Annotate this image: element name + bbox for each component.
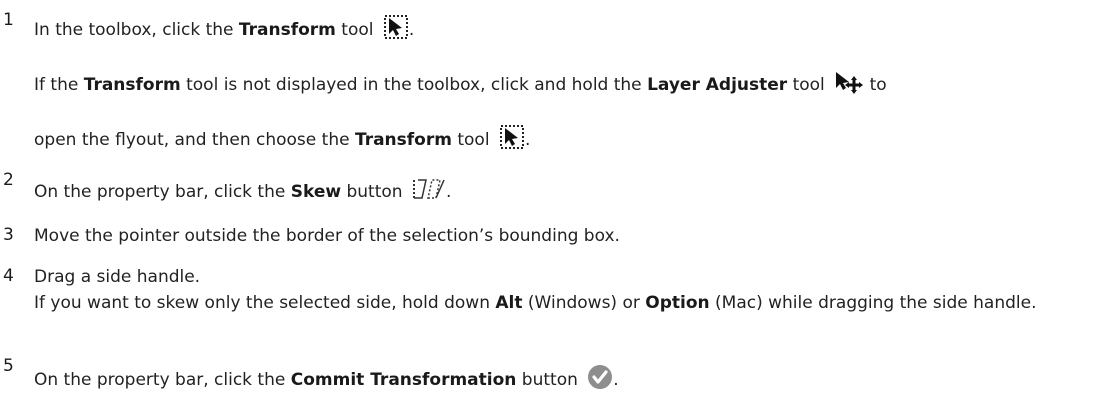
step-text: Drag a side handle. xyxy=(34,267,201,287)
layer-adjuster-tool-icon xyxy=(834,70,864,100)
step-text: On the property bar, click the Skew butt… xyxy=(34,176,451,208)
transform-tool-icon xyxy=(499,124,525,156)
step-text: On the property bar, click the Commit Tr… xyxy=(34,364,619,396)
skew-button-icon xyxy=(412,176,446,208)
step-number: 1 xyxy=(3,10,14,30)
step-text: In the toolbox, click the Transform tool… xyxy=(34,14,414,46)
step-number: 2 xyxy=(3,170,14,190)
step-note: If you want to skew only the selected si… xyxy=(34,293,1037,313)
step-text: Move the pointer outside the border of t… xyxy=(34,226,620,246)
step-number: 4 xyxy=(3,266,14,286)
transform-tool-icon xyxy=(383,14,409,46)
step-number: 5 xyxy=(3,356,14,376)
step-note-continued: open the flyout, and then choose the Tra… xyxy=(34,124,530,156)
step-number: 3 xyxy=(3,225,14,245)
step-note: If the Transform tool is not displayed i… xyxy=(34,70,887,100)
commit-transformation-icon xyxy=(587,364,613,396)
